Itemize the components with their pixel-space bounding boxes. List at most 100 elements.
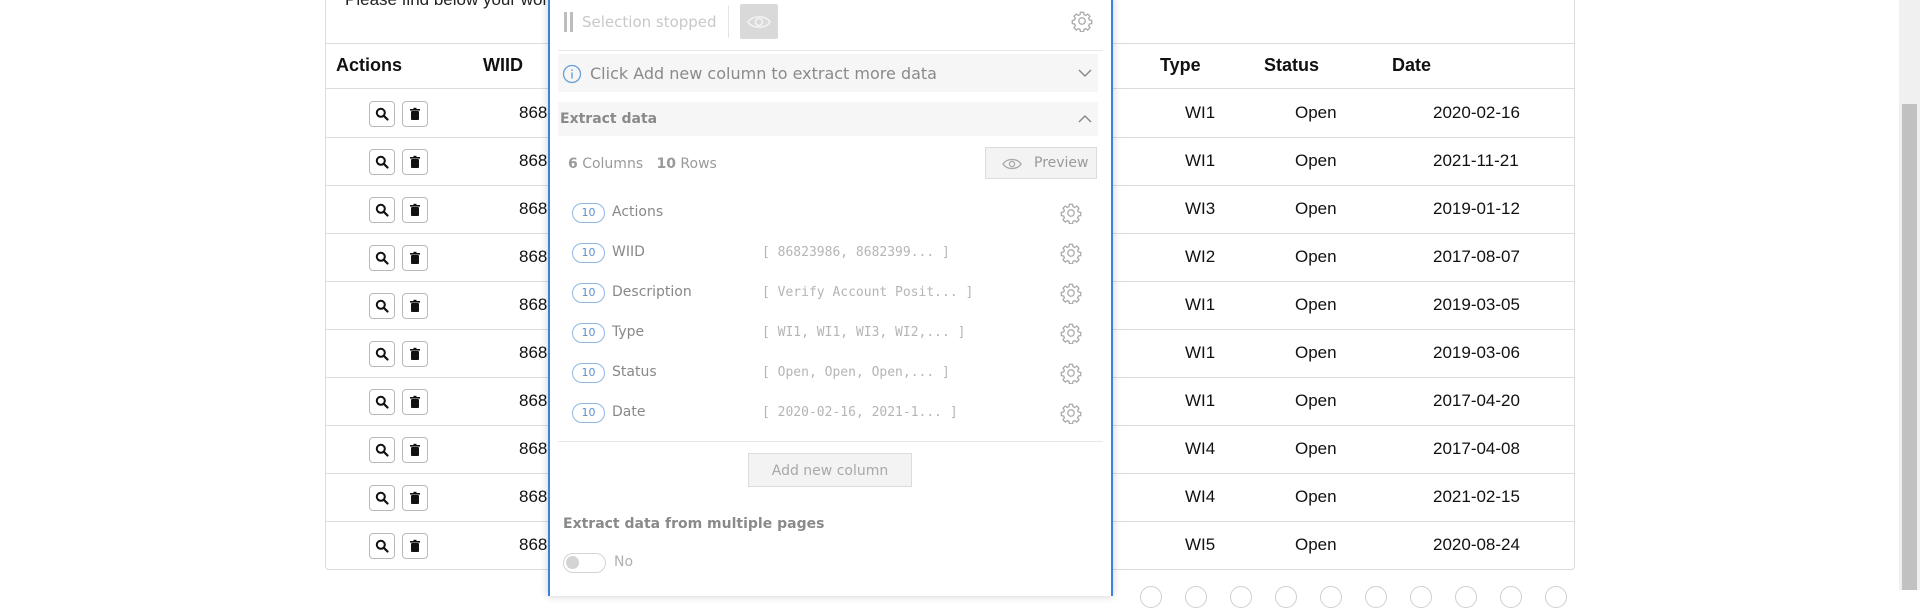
cell-status: Open: [1295, 439, 1337, 458]
column-name[interactable]: WIID: [612, 244, 645, 260]
column-name[interactable]: Status: [612, 364, 657, 380]
column-name[interactable]: Type: [612, 324, 644, 340]
pagination-button[interactable]: [1365, 586, 1387, 608]
column-settings-gear-icon[interactable]: [1060, 402, 1082, 425]
view-button[interactable]: [369, 341, 395, 367]
search-icon: [375, 251, 389, 265]
drag-handle[interactable]: [564, 12, 567, 32]
extract-section-header[interactable]: Extract data: [558, 102, 1098, 136]
preview-button[interactable]: Preview: [985, 147, 1097, 179]
chevron-up-icon[interactable]: [1078, 114, 1092, 124]
view-button[interactable]: [369, 437, 395, 463]
cell-date: 2017-04-20: [1433, 391, 1520, 410]
pagination-button[interactable]: [1320, 586, 1342, 608]
view-button[interactable]: [369, 485, 395, 511]
view-button[interactable]: [369, 533, 395, 559]
trash-icon: [408, 395, 422, 409]
pagination-button[interactable]: [1185, 586, 1207, 608]
toolbar-separator: [728, 6, 729, 38]
trash-icon: [408, 155, 422, 169]
column-count-badge: 10: [572, 323, 605, 343]
pagination-button[interactable]: [1140, 586, 1162, 608]
header-type: Type: [1160, 55, 1201, 75]
column-settings-gear-icon[interactable]: [1060, 322, 1082, 345]
search-icon: [375, 203, 389, 217]
delete-button[interactable]: [402, 245, 428, 271]
column-count-badge: 10: [572, 203, 605, 223]
delete-button[interactable]: [402, 485, 428, 511]
column-name[interactable]: Actions: [612, 204, 663, 220]
delete-button[interactable]: [402, 197, 428, 223]
delete-button[interactable]: [402, 293, 428, 319]
search-icon: [375, 539, 389, 553]
rows-count: 10: [656, 156, 676, 172]
view-button[interactable]: [369, 101, 395, 127]
chevron-down-icon[interactable]: [1078, 68, 1092, 78]
add-new-column-button[interactable]: Add new column: [748, 453, 912, 487]
header-date: Date: [1392, 55, 1432, 75]
column-name[interactable]: Date: [612, 404, 645, 420]
highlight-toggle-button[interactable]: [740, 4, 778, 39]
pagination-button[interactable]: [1500, 586, 1522, 608]
trash-icon: [408, 491, 422, 505]
cell-type: WI3: [1185, 199, 1216, 218]
cell-status: Open: [1295, 487, 1337, 506]
delete-button[interactable]: [402, 149, 428, 175]
scrollbar-thumb[interactable]: [1902, 104, 1917, 590]
multi-page-toggle[interactable]: [563, 553, 606, 573]
view-button[interactable]: [369, 197, 395, 223]
search-icon: [375, 107, 389, 121]
info-banner[interactable]: Click Add new column to extract more dat…: [558, 54, 1098, 92]
pagination-button[interactable]: [1275, 586, 1297, 608]
panel-divider: [558, 441, 1103, 442]
cell-date: 2019-03-06: [1433, 343, 1520, 362]
cell-wiid: 868: [519, 487, 548, 506]
cell-date: 2019-01-12: [1433, 199, 1520, 218]
delete-button[interactable]: [402, 101, 428, 127]
settings-gear-icon[interactable]: [1071, 10, 1093, 33]
view-button[interactable]: [369, 389, 395, 415]
pagination-button[interactable]: [1455, 586, 1477, 608]
column-count-badge: 10: [572, 363, 605, 383]
view-button[interactable]: [369, 245, 395, 271]
column-name[interactable]: Description: [612, 284, 692, 300]
pagination-button[interactable]: [1410, 586, 1432, 608]
header-actions: Actions: [336, 55, 403, 75]
delete-button[interactable]: [402, 341, 428, 367]
cell-date: 2017-08-07: [1433, 247, 1520, 266]
cell-type: WI1: [1185, 103, 1216, 122]
pagination-button[interactable]: [1545, 586, 1567, 608]
search-icon: [375, 299, 389, 313]
view-button[interactable]: [369, 293, 395, 319]
cell-type: WI1: [1185, 391, 1216, 410]
column-settings-gear-icon[interactable]: [1060, 362, 1082, 385]
search-icon: [375, 155, 389, 169]
cell-date: 2021-11-21: [1433, 151, 1519, 170]
trash-icon: [408, 539, 422, 553]
column-count-badge: 10: [572, 283, 605, 303]
cell-type: WI1: [1185, 343, 1216, 362]
trash-icon: [408, 443, 422, 457]
trash-icon: [408, 299, 422, 313]
cell-wiid: 868: [519, 151, 548, 170]
extract-panel: Selection stopped Click Add new column t…: [548, 0, 1113, 596]
column-preview: [ Open, Open, Open,... ]: [762, 365, 950, 380]
column-preview: [ WI1, WI1, WI3, WI2,... ]: [762, 325, 966, 340]
delete-button[interactable]: [402, 437, 428, 463]
cell-wiid: 868: [519, 391, 548, 410]
column-settings-gear-icon[interactable]: [1060, 202, 1082, 225]
view-button[interactable]: [369, 149, 395, 175]
delete-button[interactable]: [402, 389, 428, 415]
pagination-button[interactable]: [1230, 586, 1252, 608]
cell-wiid: 868: [519, 247, 548, 266]
column-preview: [ Verify Account Posit... ]: [762, 285, 974, 300]
column-settings-gear-icon[interactable]: [1060, 282, 1082, 305]
cell-wiid: 868: [519, 343, 548, 362]
header-wiid: WIID: [483, 55, 523, 75]
delete-button[interactable]: [402, 533, 428, 559]
cell-type: WI1: [1185, 295, 1216, 314]
column-settings-gear-icon[interactable]: [1060, 242, 1082, 265]
cell-type: WI5: [1185, 535, 1216, 554]
search-icon: [375, 491, 389, 505]
header-status: Status: [1264, 55, 1320, 75]
